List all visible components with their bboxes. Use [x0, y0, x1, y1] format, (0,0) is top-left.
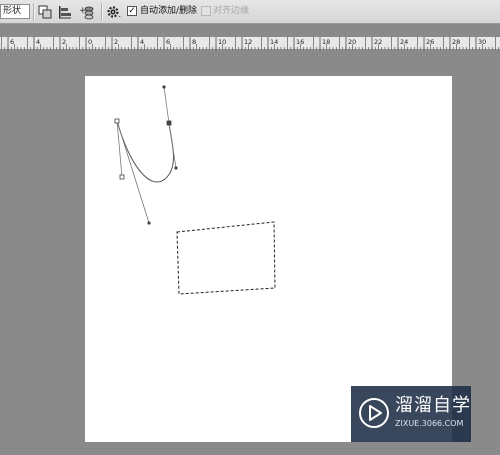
align-edges-checkbox[interactable] [201, 6, 211, 16]
ruler-label: 8 [192, 38, 196, 46]
ruler-label: 0 [88, 38, 92, 46]
arrange-icon[interactable]: + [79, 4, 95, 20]
auto-add-delete-label: 自动添加/删除 [140, 6, 198, 16]
ruler-label: 24 [400, 38, 408, 46]
ruler-label: 6 [166, 38, 170, 46]
watermark-url: ZIXUE.3066.COM [395, 419, 464, 428]
ruler-label: 28 [452, 38, 460, 46]
gear-icon[interactable] [106, 4, 122, 20]
ruler-label: 2 [62, 38, 66, 46]
control-handle[interactable] [147, 221, 151, 225]
ruler-label: 12 [244, 38, 252, 46]
ruler-label: 26 [426, 38, 434, 46]
toolbar-separator [101, 3, 103, 21]
ruler-label: 22 [374, 38, 382, 46]
align-edges-label: 对齐边缘 [213, 6, 250, 16]
shape-mode-select[interactable]: 形状 [0, 4, 30, 19]
ruler-ticks: 6 4 2 0 2 4 6 8 10 12 14 16 18 20 22 24 26 28 30 [1, 37, 500, 50]
ruler-label: 16 [296, 38, 304, 46]
bezier-path[interactable] [116, 120, 174, 183]
ruler-label: 2 [114, 38, 118, 46]
ruler-label: 4 [140, 38, 144, 46]
panel-gap [0, 24, 500, 37]
anchor-point[interactable] [114, 118, 120, 124]
direction-line [168, 122, 177, 169]
horizontal-ruler[interactable]: 6 4 2 0 2 4 6 8 10 12 14 16 18 20 22 24 26 28 30 [0, 37, 500, 50]
control-handle[interactable] [119, 174, 125, 180]
ruler-label: 10 [218, 38, 226, 46]
ruler-label: 20 [348, 38, 356, 46]
control-handle[interactable] [174, 166, 178, 170]
watermark-brand: 溜溜自学 [395, 395, 471, 416]
toolbar-separator [33, 3, 35, 21]
anchor-point-selected[interactable] [166, 120, 172, 126]
ruler-label: 14 [270, 38, 278, 46]
align-icon[interactable] [57, 4, 73, 20]
auto-add-delete-checkbox[interactable]: ✓ [127, 6, 137, 16]
path-ops-icon[interactable] [37, 4, 53, 20]
watermark: 溜溜自学 ZIXUE.3066.COM [351, 386, 471, 442]
ruler-label: 6 [10, 38, 14, 46]
direction-line [163, 86, 170, 124]
control-handle[interactable] [162, 85, 166, 89]
ruler-label: 30 [478, 38, 486, 46]
options-bar: 形状 + ✓ 自动添加/删除 对齐边缘 [0, 0, 500, 24]
play-logo-icon [359, 398, 389, 428]
ruler-label: 18 [322, 38, 330, 46]
ruler-label: 4 [36, 38, 40, 46]
marquee-selection[interactable] [176, 221, 276, 295]
